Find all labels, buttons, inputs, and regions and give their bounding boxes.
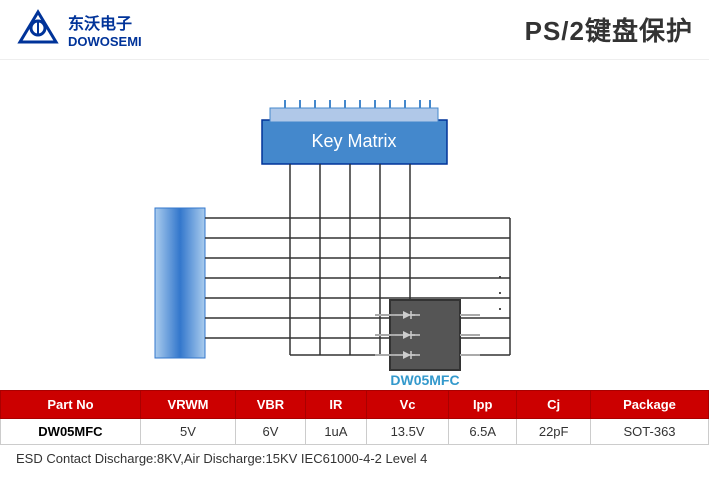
- cell-ir: 1uA: [305, 419, 366, 445]
- header: 东沃电子 DOWOSEMI PS/2键盘保护: [0, 0, 709, 60]
- svg-text:Key Matrix: Key Matrix: [311, 131, 396, 151]
- cell-vrwm: 5V: [140, 419, 235, 445]
- cell-vc: 13.5V: [367, 419, 449, 445]
- col-ir: IR: [305, 391, 366, 419]
- svg-text:·: ·: [497, 298, 503, 318]
- col-package: Package: [591, 391, 709, 419]
- col-cj: Cj: [517, 391, 591, 419]
- cell-vbr: 6V: [236, 419, 306, 445]
- company-text: 东沃电子 DOWOSEMI: [68, 10, 142, 49]
- footer-text: ESD Contact Discharge:8KV,Air Discharge:…: [16, 451, 427, 466]
- footer: ESD Contact Discharge:8KV,Air Discharge:…: [0, 445, 709, 472]
- col-vrwm: VRWM: [140, 391, 235, 419]
- logo-area: 东沃电子 DOWOSEMI: [16, 8, 142, 52]
- table-header-row: Part No VRWM VBR IR Vc Ipp Cj Package: [1, 391, 709, 419]
- data-table: Part No VRWM VBR IR Vc Ipp Cj Package DW…: [0, 390, 709, 445]
- cell-ipp: 6.5A: [449, 419, 517, 445]
- cell-cj: 22pF: [517, 419, 591, 445]
- company-name-cn: 东沃电子: [68, 10, 142, 34]
- col-ipp: Ipp: [449, 391, 517, 419]
- company-logo-icon: [16, 8, 60, 52]
- col-vc: Vc: [367, 391, 449, 419]
- page-title: PS/2键盘保护: [525, 11, 693, 48]
- diagram-area: Key Matrix: [0, 60, 709, 390]
- circuit-diagram: Key Matrix: [0, 60, 709, 390]
- col-part-no: Part No: [1, 391, 141, 419]
- table-row: DW05MFC 5V 6V 1uA 13.5V 6.5A 22pF SOT-36…: [1, 419, 709, 445]
- cell-package: SOT-363: [591, 419, 709, 445]
- company-name-en: DOWOSEMI: [68, 34, 142, 49]
- svg-text:DW05MFC: DW05MFC: [390, 372, 459, 388]
- col-vbr: VBR: [236, 391, 306, 419]
- cell-part-no: DW05MFC: [1, 419, 141, 445]
